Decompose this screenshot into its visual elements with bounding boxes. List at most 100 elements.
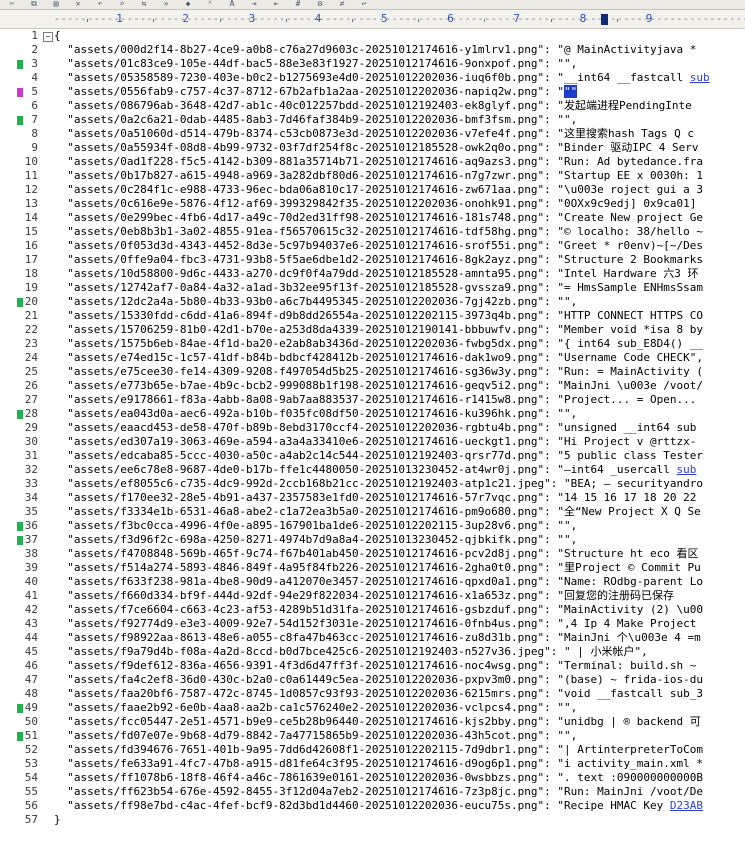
editor-line[interactable]: 4 "assets/05358589-7230-403e-b0c2-b12756…	[0, 71, 745, 85]
editor-line[interactable]: 46 "assets/f9def612-836a-4656-9391-4f3d6…	[0, 659, 745, 673]
json-entry[interactable]: "assets/0f053d3d-4343-4452-8d3e-5c97b940…	[54, 239, 703, 253]
editor-line[interactable]: 22 "assets/15706259-81b0-42d1-b70e-a253d…	[0, 323, 745, 337]
editor-line[interactable]: 23 "assets/1575b6eb-84ae-4f1d-ba20-e2ab8…	[0, 337, 745, 351]
paste-icon[interactable]: ▤	[50, 0, 62, 8]
editor-line[interactable]: 14 "assets/0e299bec-4fb6-4d17-a49c-70d2e…	[0, 211, 745, 225]
editor-line[interactable]: 33 "assets/ef8055c6-c735-4dc9-992d-2ccb1…	[0, 477, 745, 491]
editor-line[interactable]: 28 "assets/ea043d0a-aec6-492a-b10b-f035f…	[0, 407, 745, 421]
editor-line[interactable]: 36 "assets/f3bc0cca-4996-4f0e-a895-16790…	[0, 519, 745, 533]
find-next-icon[interactable]: »	[160, 0, 172, 8]
json-entry[interactable]: "assets/f9a79d4b-f08a-4a2d-8ccd-b0d7bce4…	[54, 645, 647, 659]
undo-icon[interactable]: ↶	[94, 0, 106, 8]
editor-line[interactable]: 15 "assets/0eb8b3b1-3a02-4855-91ea-f5657…	[0, 225, 745, 239]
text-editor[interactable]: 1 − { 2 "assets/000d2f14-8b27-4ce9-a0b8-…	[0, 29, 745, 842]
json-entry[interactable]: "assets/086796ab-3648-42d7-ab1c-40c01225…	[54, 99, 692, 113]
editor-line[interactable]: 52 "assets/fd394676-7651-401b-9a95-7dd6d…	[0, 743, 745, 757]
editor-line[interactable]: 16 "assets/0f053d3d-4343-4452-8d3e-5c97b…	[0, 239, 745, 253]
editor-line[interactable]: 26 "assets/e773b65e-b7ae-4b9c-bcb2-99908…	[0, 379, 745, 393]
json-entry[interactable]: "assets/f98922aa-8613-48e6-a055-c8fa47b4…	[54, 631, 701, 645]
json-entry[interactable]: "assets/f92774d9-e3e3-4009-92e7-54d152f3…	[54, 617, 696, 631]
json-entry[interactable]: "assets/f170ee32-28e5-4b91-a437-2357583e…	[54, 491, 696, 505]
wrap-icon[interactable]: ↩	[358, 0, 370, 8]
editor-line[interactable]: 54 "assets/ff1078b6-18f8-46f4-a46c-78616…	[0, 771, 745, 785]
bookmark-icon[interactable]: ◆	[182, 0, 194, 8]
editor-line[interactable]: 31 "assets/edcaba85-5ccc-4030-a50c-a4ab2…	[0, 449, 745, 463]
editor-line[interactable]: 24 "assets/e74ed15c-1c57-41df-b84b-bdbcf…	[0, 351, 745, 365]
json-entry[interactable]: "assets/edcaba85-5ccc-4030-a50c-a4ab2c14…	[54, 449, 703, 463]
json-entry[interactable]: "assets/0c284f1c-e988-4733-96ec-bda06a81…	[54, 183, 703, 197]
json-entry[interactable]: "assets/f660d334-bf9f-444d-92df-94e29f82…	[54, 589, 674, 603]
editor-line[interactable]: 44 "assets/f98922aa-8613-48e6-a055-c8fa4…	[0, 631, 745, 645]
editor-line[interactable]: 20 "assets/12dc2a4a-5b80-4b33-93b0-a6c7b…	[0, 295, 745, 309]
editor-line[interactable]: 56 "assets/ff98e7bd-c4ac-4fef-bcf9-82d3b…	[0, 799, 745, 813]
json-entry[interactable]: "assets/0eb8b3b1-3a02-4855-91ea-f5657061…	[54, 225, 703, 239]
editor-line[interactable]: 19 "assets/12742af7-0a84-4a32-a1ad-3b32e…	[0, 281, 745, 295]
editor-line[interactable]: 38 "assets/f4708848-569b-465f-9c74-f67b4…	[0, 547, 745, 561]
json-entry[interactable]: "assets/f7ce6604-c663-4c23-af53-4289b51d…	[54, 603, 703, 617]
json-entry[interactable]: "assets/f514a274-5893-4846-849f-4a95f84f…	[54, 561, 701, 575]
editor-line[interactable]: 42 "assets/f7ce6604-c663-4c23-af53-4289b…	[0, 603, 745, 617]
editor-line[interactable]: 7 "assets/0a2c6a21-0dab-4485-8ab3-7d46fa…	[0, 113, 745, 127]
outdent-icon[interactable]: ⇤	[270, 0, 282, 8]
json-entry[interactable]: "assets/f3bc0cca-4996-4f0e-a895-167901ba…	[54, 519, 577, 533]
json-entry[interactable]: "assets/0a2c6a21-0dab-4485-8ab3-7d46faf3…	[54, 113, 577, 127]
json-entry[interactable]: "assets/ee6c78e8-9687-4de0-b17b-ffe1c448…	[54, 463, 696, 477]
json-entry[interactable]: "assets/10d58800-9d6c-4433-a270-dc9f0f4a…	[54, 267, 698, 281]
replace-icon[interactable]: ⇆	[138, 0, 150, 8]
editor-line[interactable]: 49 "assets/faae2b92-6e0b-4aa8-aa2b-ca1c5…	[0, 701, 745, 715]
json-entry[interactable]: "assets/f9def612-836a-4656-9391-4f3d6d47…	[54, 659, 696, 673]
editor-line[interactable]: 57 }	[0, 813, 745, 827]
json-entry[interactable]: "assets/0556fab9-c757-4c37-8712-67b2afb1…	[54, 85, 578, 99]
json-entry[interactable]: "assets/e75cee30-fe14-4309-9208-f497054d…	[54, 365, 703, 379]
hyperlink-text[interactable]: sub	[677, 463, 697, 476]
text-selection[interactable]: ""	[563, 85, 578, 98]
json-entry[interactable]: "assets/15330fdd-c6dd-41a6-894f-d9b8dd26…	[54, 309, 703, 323]
json-entry[interactable]: "assets/fe633a91-4fc7-47b8-a915-d81fe64c…	[54, 757, 703, 771]
editor-line[interactable]: 10 "assets/0ad1f228-f5c5-4142-b309-881a3…	[0, 155, 745, 169]
editor-line[interactable]: 6 "assets/086796ab-3648-42d7-ab1c-40c012…	[0, 99, 745, 113]
json-entry[interactable]: "assets/15706259-81b0-42d1-b70e-a253d8da…	[54, 323, 703, 337]
editor-line[interactable]: 50 "assets/fcc05447-2e51-4571-b9e9-ce5b2…	[0, 715, 745, 729]
editor-line[interactable]: 47 "assets/fa4c2ef8-36d0-430c-b2a0-c0a61…	[0, 673, 745, 687]
editor-line[interactable]: 1 − {	[0, 29, 745, 43]
editor-line[interactable]: 29 "assets/eaacd453-de58-470f-b89b-8ebd3…	[0, 421, 745, 435]
json-entry[interactable]: "assets/eaacd453-de58-470f-b89b-8ebd3170…	[54, 421, 696, 435]
json-entry[interactable]: "assets/ea043d0a-aec6-492a-b10b-f035fc08…	[54, 407, 577, 421]
editor-line[interactable]: 40 "assets/f633f238-981a-4be8-90d9-a4120…	[0, 575, 745, 589]
json-entry[interactable]: "assets/fcc05447-2e51-4571-b9e9-ce5b28b9…	[54, 715, 701, 729]
hyperlink-text[interactable]: D23AB	[670, 799, 703, 812]
json-entry[interactable]: "assets/12dc2a4a-5b80-4b33-93b0-a6c7b449…	[54, 295, 577, 309]
editor-line[interactable]: 11 "assets/0b17b827-a615-4948-a969-3a282…	[0, 169, 745, 183]
editor-line[interactable]: 18 "assets/10d58800-9d6c-4433-a270-dc9f0…	[0, 267, 745, 281]
find-icon[interactable]: ⌕	[116, 0, 128, 8]
json-entry[interactable]: "assets/faae2b92-6e0b-4aa8-aa2b-ca1c5762…	[54, 701, 577, 715]
editor-line[interactable]: 25 "assets/e75cee30-fe14-4309-9208-f4970…	[0, 365, 745, 379]
delete-icon[interactable]: ✕	[72, 0, 84, 8]
json-entry[interactable]: "assets/0a51060d-d514-479b-8374-c53cb087…	[54, 127, 694, 141]
fold-collapse-icon[interactable]: −	[43, 32, 53, 42]
json-entry[interactable]: "assets/0a55934f-08d8-4b99-9732-03f7df25…	[54, 141, 698, 155]
editor-line[interactable]: 53 "assets/fe633a91-4fc7-47b8-a915-d81fe…	[0, 757, 745, 771]
editor-line[interactable]: 41 "assets/f660d334-bf9f-444d-92df-94e29…	[0, 589, 745, 603]
editor-line[interactable]: 39 "assets/f514a274-5893-4846-849f-4a95f…	[0, 561, 745, 575]
json-entry[interactable]: "assets/0c616e9e-5876-4f12-af69-39932984…	[54, 197, 696, 211]
editor-line[interactable]: 17 "assets/0ffe9a04-fbc3-4731-93b8-5f5ae…	[0, 253, 745, 267]
editor-line[interactable]: 2 "assets/000d2f14-8b27-4ce9-a0b8-c76a27…	[0, 43, 745, 57]
editor-line[interactable]: 45 "assets/f9a79d4b-f08a-4a2d-8ccd-b0d7b…	[0, 645, 745, 659]
editor-line[interactable]: 55 "assets/ff623b54-676e-4592-8455-3f12d…	[0, 785, 745, 799]
json-entry[interactable]: "assets/fd394676-7651-401b-9a95-7dd6d426…	[54, 743, 703, 757]
editor-line[interactable]: 32 "assets/ee6c78e8-9687-4de0-b17b-ffe1c…	[0, 463, 745, 477]
compare-icon[interactable]: ≠	[336, 0, 348, 8]
json-entry[interactable]: "assets/12742af7-0a84-4a32-a1ad-3b32ee95…	[54, 281, 703, 295]
indent-icon[interactable]: ⇥	[248, 0, 260, 8]
editor-line[interactable]: 3 "assets/01c83ce9-105e-44df-bac5-88e3e8…	[0, 57, 745, 71]
spell-icon[interactable]: ᴬ	[204, 0, 216, 8]
editor-line[interactable]: 13 "assets/0c616e9e-5876-4f12-af69-39932…	[0, 197, 745, 211]
editor-line[interactable]: 30 "assets/ed307a19-3063-469e-a594-a3a4a…	[0, 435, 745, 449]
editor-line[interactable]: 35 "assets/f3334e1b-6531-46a8-abe2-c1a72…	[0, 505, 745, 519]
json-entry[interactable]: "assets/ff98e7bd-c4ac-4fef-bcf9-82d3bd1d…	[54, 799, 703, 813]
json-entry[interactable]: "assets/faa20bf6-7587-472c-8745-1d0857c9…	[54, 687, 703, 701]
editor-line[interactable]: 34 "assets/f170ee32-28e5-4b91-a437-23575…	[0, 491, 745, 505]
json-entry[interactable]: "assets/f4708848-569b-465f-9c74-f67b401a…	[54, 547, 698, 561]
settings-icon[interactable]: ⚙	[314, 0, 326, 8]
